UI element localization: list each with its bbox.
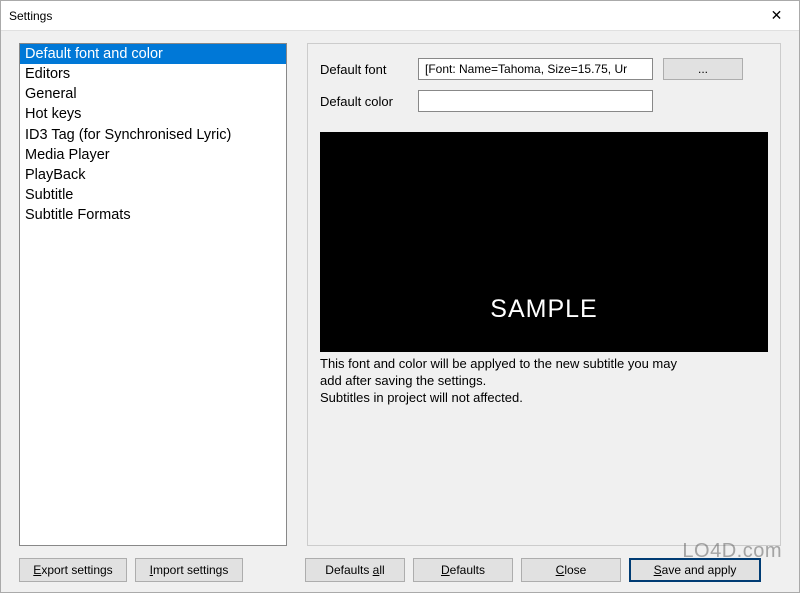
defaults-all-button[interactable]: Defaults all (305, 558, 405, 582)
sidebar-item-default-font-color[interactable]: Default font and color (20, 44, 286, 64)
sidebar-item-media-player[interactable]: Media Player (20, 145, 286, 165)
font-browse-button[interactable]: ... (663, 58, 743, 80)
sidebar-item-id3-tag[interactable]: ID3 Tag (for Synchronised Lyric) (20, 125, 286, 145)
content-area: Default font and color Editors General H… (1, 31, 799, 592)
main-row: Default font and color Editors General H… (19, 43, 781, 546)
hint-line: This font and color will be applyed to t… (320, 356, 768, 373)
default-color-row: Default color (320, 90, 768, 112)
defaults-button[interactable]: Defaults (413, 558, 513, 582)
export-settings-button[interactable]: Export settings (19, 558, 127, 582)
hint-line: Subtitles in project will not affected. (320, 390, 768, 407)
settings-panel: Default font ... Default color SAMPLE Th… (307, 43, 781, 546)
default-color-label: Default color (320, 94, 408, 109)
window-title: Settings (9, 9, 52, 23)
font-preview: SAMPLE (320, 132, 768, 352)
sidebar-item-hot-keys[interactable]: Hot keys (20, 104, 286, 124)
close-icon[interactable]: ✕ (754, 1, 799, 30)
default-font-label: Default font (320, 62, 408, 77)
settings-category-list[interactable]: Default font and color Editors General H… (19, 43, 287, 546)
save-and-apply-button[interactable]: Save and apply (629, 558, 761, 582)
import-settings-button[interactable]: Import settings (135, 558, 243, 582)
sidebar-item-editors[interactable]: Editors (20, 64, 286, 84)
sidebar-item-subtitle[interactable]: Subtitle (20, 185, 286, 205)
default-font-row: Default font ... (320, 58, 768, 80)
sidebar-item-general[interactable]: General (20, 84, 286, 104)
bottom-button-row: Export settings Import settings Defaults… (19, 546, 781, 582)
sidebar-item-playback[interactable]: PlayBack (20, 165, 286, 185)
sidebar-item-subtitle-formats[interactable]: Subtitle Formats (20, 205, 286, 225)
default-color-input[interactable] (418, 90, 653, 112)
close-button[interactable]: Close (521, 558, 621, 582)
hint-text: This font and color will be applyed to t… (320, 356, 768, 407)
hint-line: add after saving the settings. (320, 373, 768, 390)
preview-sample-text: SAMPLE (490, 295, 597, 324)
settings-window: Settings ✕ Default font and color Editor… (0, 0, 800, 593)
titlebar: Settings ✕ (1, 1, 799, 31)
default-font-input[interactable] (418, 58, 653, 80)
